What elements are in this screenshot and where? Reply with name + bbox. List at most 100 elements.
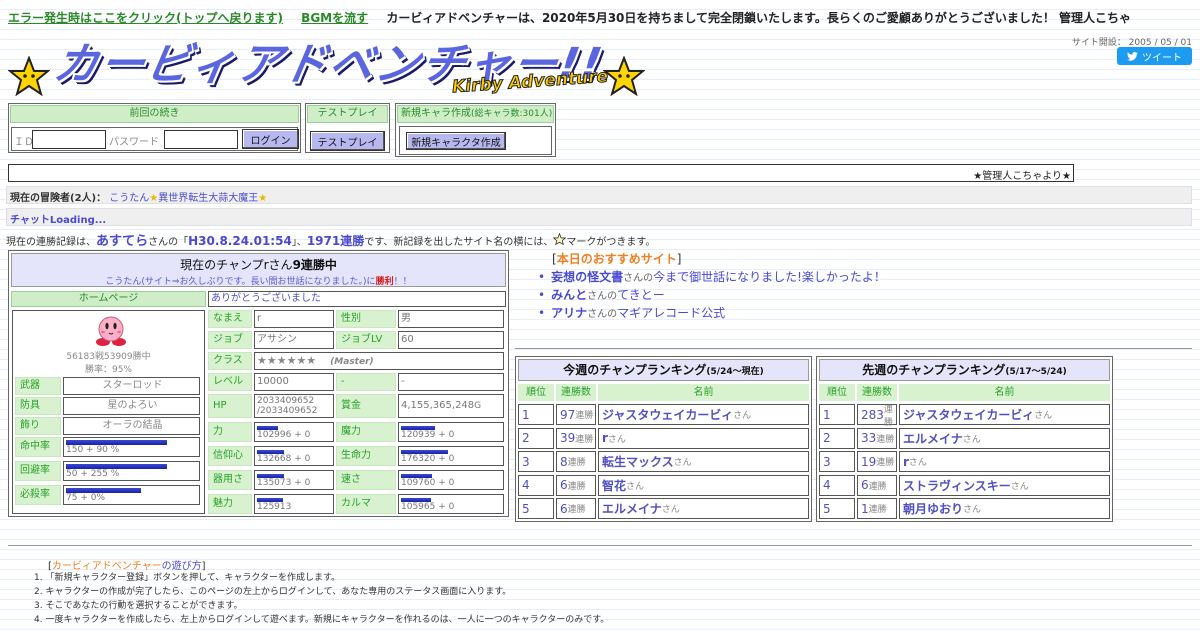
stat-value: 132668 + 0 — [254, 446, 334, 466]
stat-text: 132668 + 0 — [257, 454, 311, 464]
error-link[interactable]: エラー発生時はここをクリック(トップへ戻ります) — [8, 11, 283, 25]
stat-text: 176320 + 0 — [401, 454, 455, 464]
kirby-icon — [96, 316, 126, 346]
ranking-player[interactable]: ジャスタウェイカービィ — [903, 406, 1034, 423]
gold-amount: 4,155,365,248 — [401, 400, 475, 411]
ranking-header: 名前 — [598, 384, 809, 401]
adventurer-name[interactable]: こうたん — [109, 193, 149, 204]
record-holder[interactable]: あすてら — [96, 234, 148, 249]
stat-text: 102996 + 0 — [257, 430, 311, 440]
step-text: キャラクターの作成が完了したら、このページの左上からログインして、あなた専用のス… — [45, 587, 512, 597]
ranking-wins-number: 8 — [560, 454, 568, 469]
recommend-site[interactable]: アリナ — [551, 306, 587, 320]
bullet-icon: • — [538, 270, 546, 284]
rate-value: 150 + 90 % — [63, 437, 200, 457]
name-key: なまえ — [208, 310, 252, 328]
recommend-desc[interactable]: マギアレコード公式 — [617, 306, 725, 320]
gold-unit: G — [474, 401, 482, 411]
ranking-rank: 3 — [819, 451, 855, 472]
champion-profile: 56183戦53909勝中 勝率：95% 武器 スターロッド 防具 星のよろい 飾り オー… — [12, 310, 205, 514]
ranking-player[interactable]: エルメイナ — [602, 500, 662, 517]
ranking-wins: 1 連勝 — [857, 498, 897, 519]
record-san: さんの「 — [148, 237, 189, 248]
ranking-wins-number: 97 — [560, 407, 576, 422]
stat-key2: 魔力 — [336, 422, 396, 442]
ranking-wins-unit: 連勝 — [575, 411, 594, 421]
star-icon: ★ — [258, 193, 268, 204]
password-input[interactable] — [164, 130, 238, 149]
step-number: 3. — [34, 601, 46, 611]
step-text: そこであなたの行動を選択することができます。 — [45, 601, 243, 611]
login-button[interactable]: ログイン — [242, 129, 299, 149]
adventurer-name[interactable]: 異世界転生大蒜大魔王 — [158, 193, 258, 204]
level-key: レベル — [208, 373, 252, 391]
ranking-san: さん — [908, 458, 927, 468]
ranking-wins-number: 33 — [861, 431, 877, 445]
ranking-player[interactable]: ジャスタウェイカービィ — [602, 406, 733, 423]
equip-key: 防具 — [15, 397, 61, 415]
step-text: 「新規キャラクター登録」ボタンを押して、キャラクターを作成します。 — [45, 573, 341, 583]
ranking-player[interactable]: ストラヴィンスキー — [903, 477, 1011, 494]
ranking-wins-unit: 連勝 — [876, 434, 895, 445]
ranking-wins-unit: 連勝 — [567, 505, 586, 515]
job-value: アサシン — [254, 331, 334, 349]
login-form: ＩＤ パスワード ログイン — [11, 127, 299, 151]
divider — [8, 545, 1192, 546]
ranking-rank: 4 — [518, 474, 554, 496]
ranking-player[interactable]: 朝月ゆおり — [903, 500, 963, 517]
chat-loading[interactable]: チャットLoading... — [10, 215, 106, 226]
recommend-desc[interactable]: てきとー — [617, 288, 665, 302]
ranking-last-week: 先週のチャンプランキング(5/17～5/24) 順位 連勝数 名前 1 283 連勝 ジャスタ… — [816, 356, 1113, 522]
ranking-rank: 2 — [819, 427, 855, 449]
champion-title-mid: さん — [268, 258, 293, 272]
win-rate: 勝率：95% — [84, 365, 132, 375]
id-input[interactable] — [32, 130, 106, 149]
recommend-desc[interactable]: 今まで御世話になりました!楽しかったよ！ — [653, 270, 886, 284]
new-character-button[interactable]: 新規キャラクタ作成 — [406, 132, 506, 150]
admin-message-bar: ★管理人こちゃより★ — [8, 164, 1074, 182]
stat-value: 135073 + 0 — [254, 470, 334, 490]
ranking-wins: 6 連勝 — [556, 498, 596, 519]
ranking-rank: 1 — [518, 404, 554, 425]
ranking-player[interactable]: 智花 — [602, 477, 626, 494]
rate-text: 50 + 255 % — [66, 469, 120, 479]
ranking-header: 順位 — [518, 384, 554, 401]
stat-value2: 105965 + 0 — [398, 494, 504, 514]
record-date: H30.8.24.01:54 — [188, 234, 292, 248]
stat-text: 125913 — [257, 502, 292, 512]
howto-step: 1. 「新規キャラクター登録」ボタンを押して、キャラクターを作成します。 — [34, 571, 609, 585]
step-text: 一度キャラクターを作成したら、左上からログインして遊べます。新規にキャラクターを… — [45, 615, 610, 625]
testplay-title: テストプレイ — [307, 105, 388, 123]
ranking-player[interactable]: エルメイナ — [903, 430, 963, 447]
ranking-wins: 8 連勝 — [556, 451, 596, 472]
homepage-link[interactable]: ホームページ — [11, 291, 206, 307]
ranking-wins: 39 連勝 — [556, 427, 596, 449]
ranking-period: (5/17～5/24) — [1005, 367, 1067, 377]
class-rank: (Master) — [330, 357, 374, 367]
ranking-wins: 283 連勝 — [857, 404, 897, 428]
level-key2: - — [336, 373, 396, 391]
recommend-site[interactable]: 妄想の怪文書 — [551, 270, 623, 284]
ranking-san: さん — [962, 434, 981, 445]
ranking-name: エルメイナ さん — [899, 427, 1110, 449]
ranking-rank: 5 — [518, 498, 554, 519]
ranking-player[interactable]: 転生マックス — [602, 453, 674, 470]
recommend-site[interactable]: みんと — [551, 288, 587, 302]
testplay-button[interactable]: テストプレイ — [310, 131, 385, 151]
ranking-san: さん — [963, 505, 982, 515]
ranking-wins-number: 283 — [861, 407, 884, 422]
ranking-wins-number: 6 — [560, 478, 568, 492]
ranking-wins: 19 連勝 — [857, 451, 897, 472]
tweet-button[interactable]: ツイート — [1117, 47, 1192, 65]
stat-key: 器用さ — [208, 470, 252, 490]
bullet-icon: • — [538, 306, 546, 320]
bgm-link[interactable]: BGMを流す — [301, 11, 368, 25]
recommend-by: さんの — [587, 309, 618, 320]
record-wins: 1971連勝 — [306, 234, 365, 248]
gold-value: 4,155,365,248G — [398, 394, 504, 418]
ranking-header: 名前 — [899, 384, 1110, 401]
gold-key: 賞金 — [336, 394, 396, 418]
record-post: です、新記録を出したサイト名の横には、 — [364, 237, 554, 248]
admin-message[interactable]: ★管理人こちゃより★ — [973, 167, 1071, 182]
ranking-san: さん — [733, 411, 752, 421]
